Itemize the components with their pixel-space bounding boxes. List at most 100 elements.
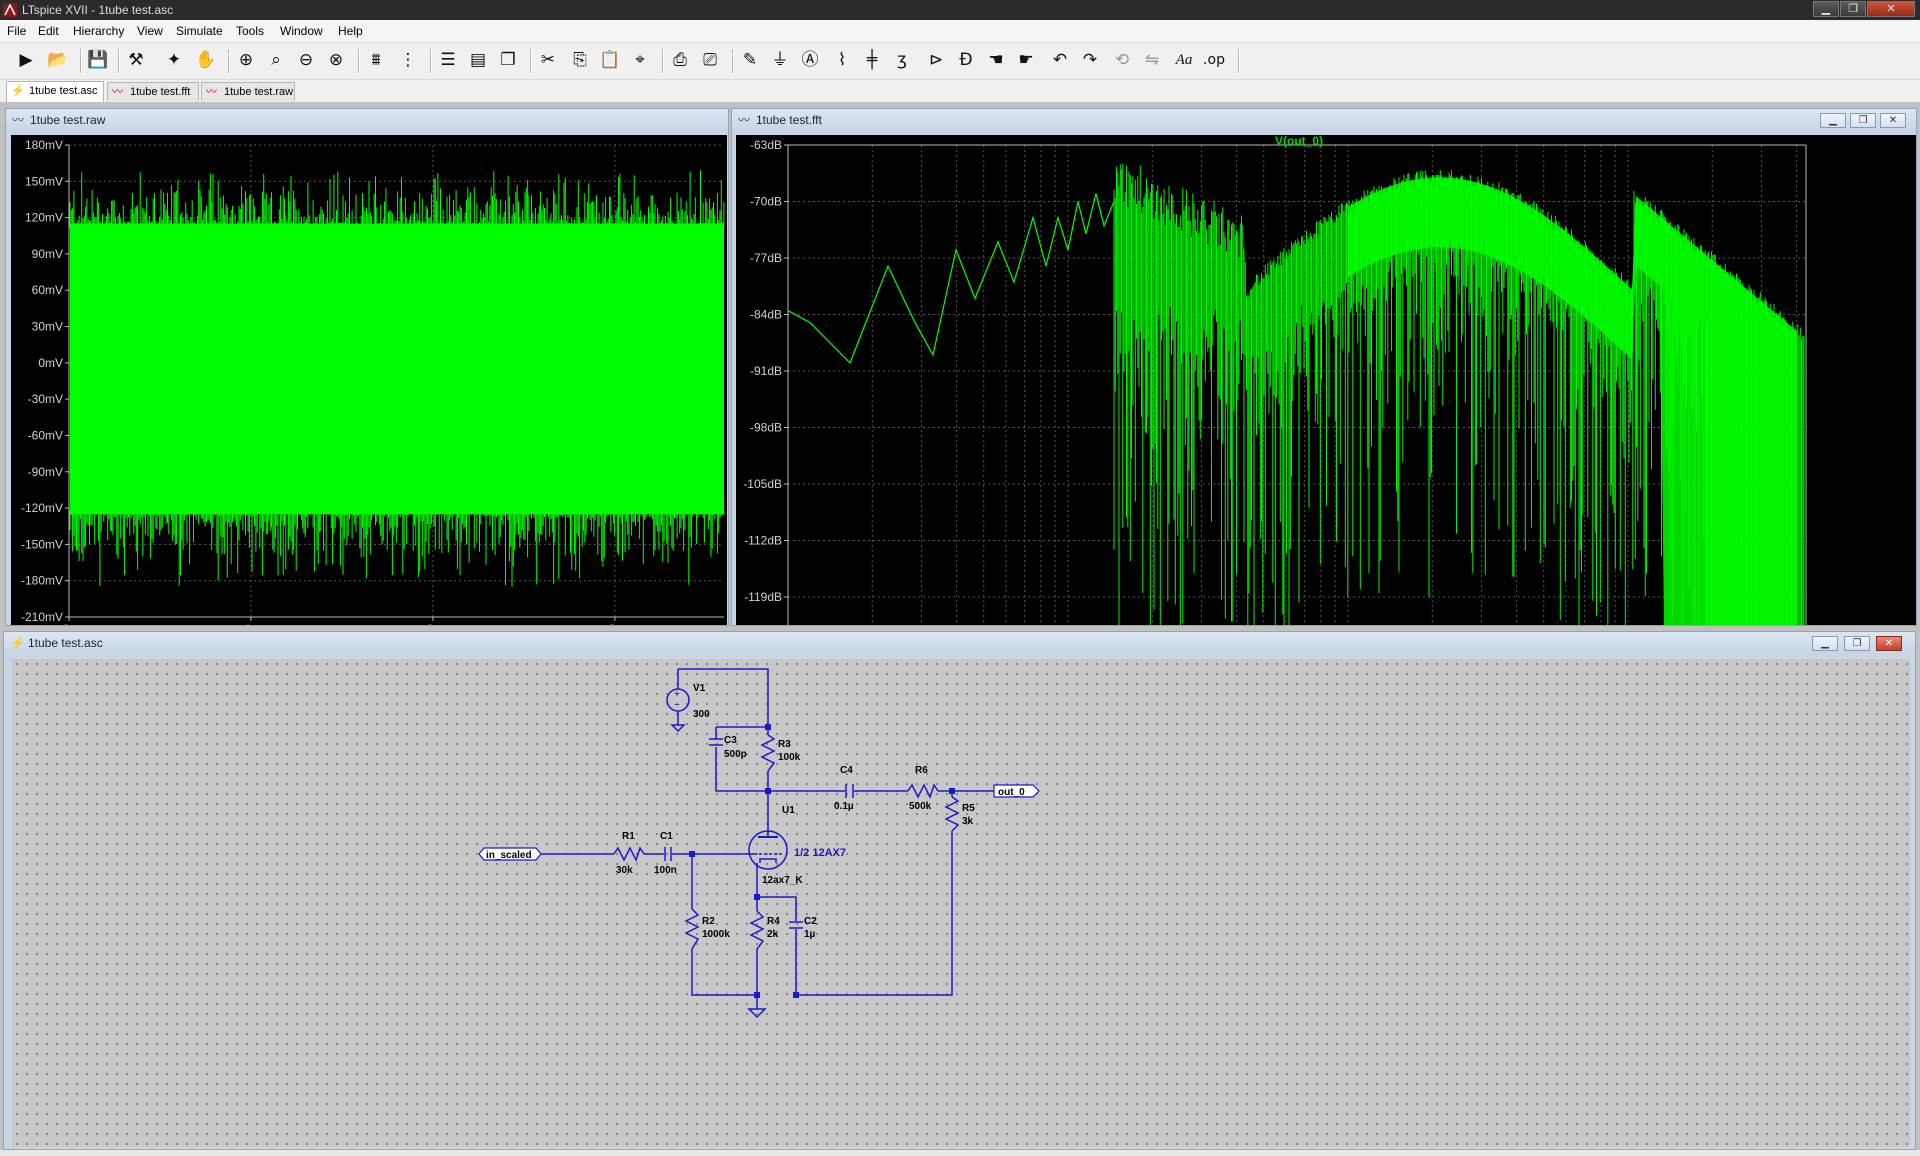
control-panel-icon[interactable]: ⚒ [124, 48, 148, 72]
maximize-button[interactable]: ❐ [1840, 1, 1866, 17]
zoom-in-icon[interactable]: ⊕ [234, 48, 258, 72]
window-title: LTspice XVII - 1tube test.asc [22, 3, 174, 17]
close-button[interactable]: ✕ [1867, 1, 1915, 17]
waveform-icon: 〰 [738, 113, 751, 127]
resistor-r5[interactable]: R5 3k [944, 796, 975, 832]
menu-simulate[interactable]: Simulate [176, 24, 223, 38]
drag-icon[interactable]: ☛ [1014, 48, 1038, 72]
paste-icon[interactable]: 📋 [598, 48, 622, 72]
toolbar-separator [118, 49, 120, 73]
u1-value: 1/2 12AX7 [794, 847, 846, 859]
voltage-source-v1[interactable]: + − V1 300 [666, 683, 710, 720]
net-label-output[interactable]: out_0 [993, 784, 1040, 798]
schematic-close-button[interactable]: ✕ [1876, 636, 1902, 651]
component-icon[interactable]: Ð [954, 48, 978, 72]
find-icon[interactable]: ⌖ [628, 48, 652, 72]
save-icon[interactable]: 💾 [86, 48, 110, 72]
tab-raw[interactable]: 〰 1tube test.raw [201, 82, 295, 101]
svg-text:3k: 3k [962, 816, 974, 827]
resistor-r1[interactable]: R1 30k [613, 831, 645, 876]
menu-file[interactable]: File [7, 24, 26, 38]
text-icon[interactable]: Aa [1172, 48, 1196, 72]
fft-window-titlebar[interactable]: 〰 1tube test.fft ▁ ❐ ✕ [732, 109, 1916, 131]
menu-tools[interactable]: Tools [236, 24, 264, 38]
toolbar-separator [430, 49, 432, 73]
menu-help[interactable]: Help [338, 24, 363, 38]
net-label-input[interactable]: in_scaled [478, 847, 542, 861]
svg-text:1µ: 1µ [804, 929, 816, 940]
cut-icon[interactable]: ✂ [536, 48, 560, 72]
toolbar: ▶ 📂 💾 ⚒ ✦ ✋ ⊕ ⌕ ⊖ ⊗ ⩩ ⋮ ☰ ▤ ❐ ✂ ⎘ 📋 ⌖ ⎙ … [0, 43, 1920, 80]
spice-directive-icon[interactable]: .op [1202, 48, 1226, 72]
svg-text:R2: R2 [702, 916, 715, 927]
tab-schematic[interactable]: ⚡ 1tube test.asc [6, 81, 104, 102]
raw-waveform-chart: 180mV 150mV 120mV 90mV 60mV 30mV 0mV -30mV -60mV… [21, 138, 725, 636]
svg-text:out_0: out_0 [998, 787, 1025, 798]
svg-text:+: + [674, 689, 680, 700]
triode-u1[interactable]: U1 1/2 12AX7 12ax7_K [748, 805, 846, 886]
fft-close-button[interactable]: ✕ [1880, 113, 1906, 128]
raw-plot-pane[interactable]: 180mV 150mV 120mV 90mV 60mV 30mV 0mV -30mV -60mV… [11, 135, 727, 636]
halt-icon[interactable]: ✦ [162, 48, 186, 72]
toolbar-separator [530, 49, 532, 73]
raw-ytick-label: -210mV [21, 610, 63, 624]
raw-xtick-label: 0s [63, 622, 76, 625]
autorange-icon[interactable]: ⩩ [364, 48, 388, 72]
fft-plot-pane[interactable]: -63dB -70dB -77dB -84dB -91dB -98dB -105dB -112… [736, 134, 1916, 626]
menu-window[interactable]: Window [280, 24, 323, 38]
open-icon[interactable]: 📂 [46, 48, 70, 72]
copy-icon[interactable]: ⎘ [568, 48, 592, 72]
tile-horizontal-icon[interactable]: ☰ [436, 48, 460, 72]
zoom-fit-icon[interactable]: ⊗ [324, 48, 348, 72]
run-icon[interactable]: ▶ [14, 48, 38, 72]
mirror-icon[interactable]: ⇋ [1140, 48, 1164, 72]
cascade-icon[interactable]: ❐ [496, 48, 520, 72]
resistor-icon[interactable]: ⌇ [830, 48, 854, 72]
fft-minimize-button[interactable]: ▁ [1820, 113, 1846, 128]
diode-icon[interactable]: ⊳ [924, 48, 948, 72]
capacitor-c2[interactable]: C2 1µ [789, 916, 817, 940]
zoom-out-icon[interactable]: ⊖ [294, 48, 318, 72]
redo-icon[interactable]: ↷ [1078, 48, 1102, 72]
fft-window-title: 1tube test.fft [756, 113, 822, 127]
tab-label: 1tube test.asc [29, 85, 98, 97]
schematic-restore-button[interactable]: ❐ [1844, 636, 1870, 651]
svg-text:100k: 100k [778, 752, 801, 763]
schematic-window-titlebar[interactable]: ⚡ 1tube test.asc ▁ ❐ ✕ [4, 632, 1915, 654]
raw-ytick-label: 60mV [32, 283, 63, 297]
capacitor-icon[interactable]: ╪ [860, 48, 884, 72]
waveform-icon: 〰 [12, 113, 25, 127]
waveform-icon: 〰 [112, 86, 123, 98]
resistor-r6[interactable]: R6 500k [907, 765, 939, 812]
resistor-r3[interactable]: R3 100k [760, 734, 801, 772]
fft-restore-button[interactable]: ❐ [1850, 113, 1876, 128]
undo-icon[interactable]: ↶ [1048, 48, 1072, 72]
ground-icon[interactable]: ⏚ [768, 48, 792, 72]
menu-view[interactable]: View [137, 24, 163, 38]
zoom-area-icon[interactable]: ⌕ [264, 48, 288, 72]
resistor-r4[interactable]: R4 2k [749, 910, 780, 950]
menu-edit[interactable]: Edit [38, 24, 59, 38]
schematic-canvas[interactable]: + − V1 300 C3 500p R3 100k C4 0.1µ R6 50… [12, 659, 1910, 1147]
capacitor-c4[interactable]: C4 0.1µ [834, 765, 854, 812]
rotate-icon[interactable]: ⟲ [1110, 48, 1134, 72]
pan-hand-icon[interactable]: ✋ [194, 48, 218, 72]
tab-fft[interactable]: 〰 1tube test.fft [107, 82, 199, 101]
draw-wire-icon[interactable]: ✎ [738, 48, 762, 72]
raw-window-titlebar[interactable]: 〰 1tube test.raw [6, 109, 728, 131]
fft-ytick-label: -84dB [750, 308, 782, 322]
grid-icon[interactable]: ⋮ [396, 48, 420, 72]
resistor-r2[interactable]: R2 1000k [684, 908, 730, 950]
inductor-icon[interactable]: ʒ [890, 48, 914, 72]
print-setup-icon[interactable]: ⎚ [698, 48, 722, 72]
waveform-icon: 〰 [206, 86, 217, 98]
move-icon[interactable]: ☚ [984, 48, 1008, 72]
print-icon[interactable]: ⎙ [668, 48, 692, 72]
raw-window-title: 1tube test.raw [30, 113, 106, 127]
tile-vertical-icon[interactable]: ▤ [466, 48, 490, 72]
minimize-button[interactable]: ▁ [1813, 1, 1839, 17]
label-net-icon[interactable]: Ⓐ [798, 48, 822, 72]
schematic-minimize-button[interactable]: ▁ [1812, 636, 1838, 651]
menu-hierarchy[interactable]: Hierarchy [73, 24, 124, 38]
capacitor-c3[interactable]: C3 500p [709, 735, 747, 760]
